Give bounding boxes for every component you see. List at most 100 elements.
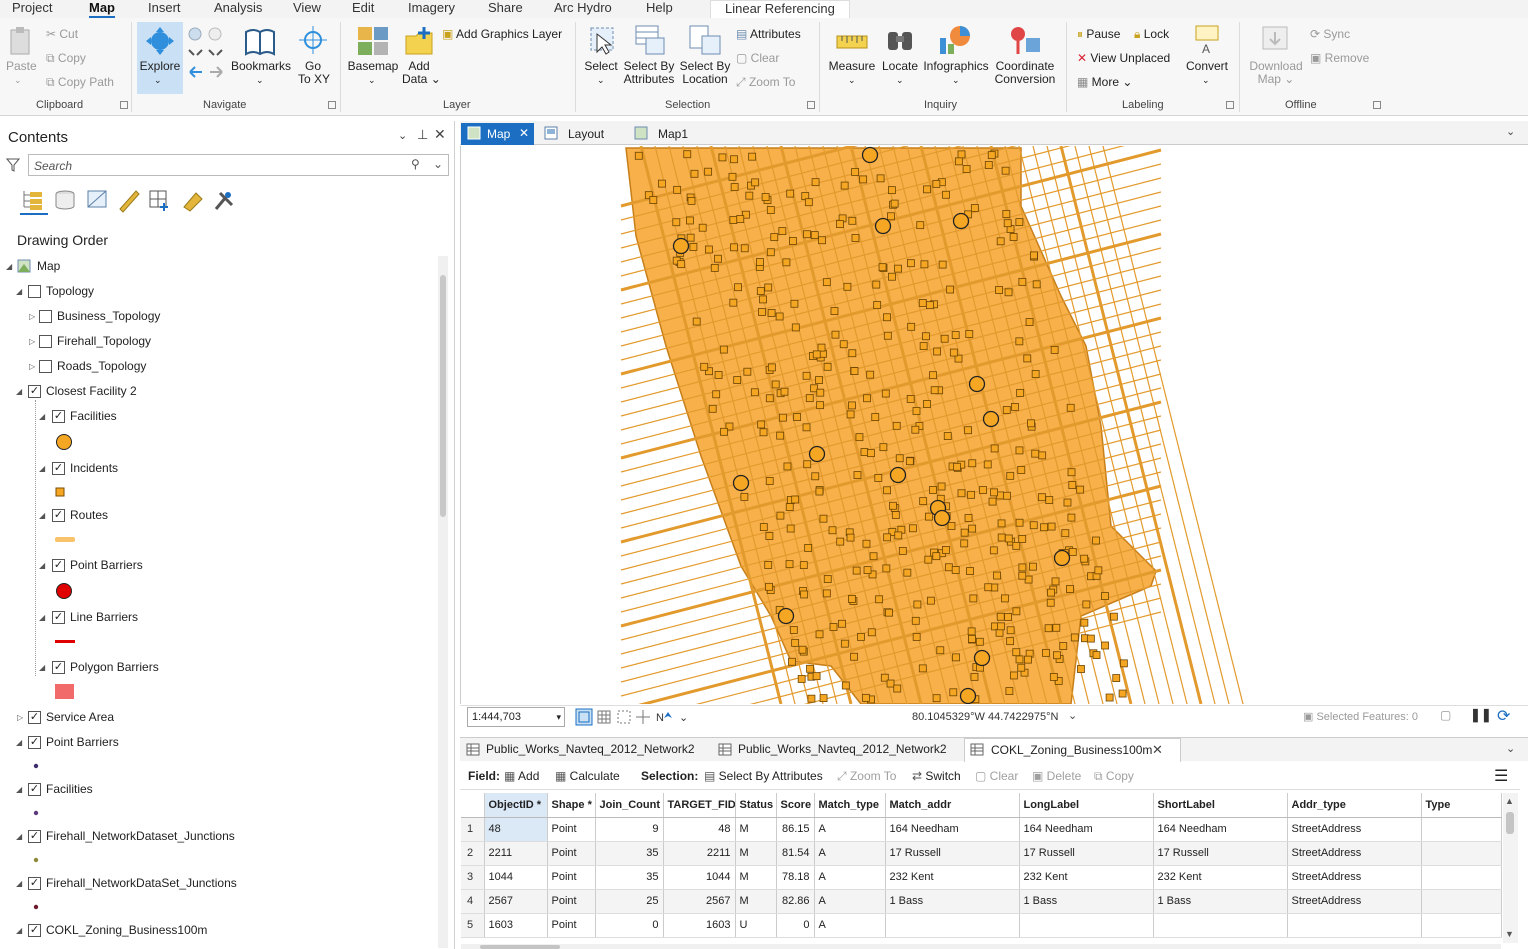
incident-point[interactable] bbox=[1006, 471, 1015, 480]
incident-point[interactable] bbox=[740, 244, 749, 253]
layout-icon[interactable]: ▢ bbox=[1440, 708, 1451, 722]
incident-point[interactable] bbox=[863, 394, 871, 403]
incident-point[interactable] bbox=[806, 664, 814, 673]
incident-point[interactable] bbox=[951, 566, 960, 574]
incident-point[interactable] bbox=[942, 546, 950, 554]
facility-point[interactable] bbox=[777, 607, 795, 625]
row-number-cell[interactable]: 1 bbox=[461, 817, 485, 842]
incident-point[interactable] bbox=[1063, 498, 1072, 507]
drawing-order-icon[interactable] bbox=[20, 187, 48, 215]
incident-point[interactable] bbox=[816, 401, 825, 410]
column-header[interactable]: LongLabel bbox=[1019, 793, 1154, 818]
incident-point[interactable] bbox=[1049, 673, 1058, 681]
incident-point[interactable] bbox=[848, 595, 856, 603]
incident-point[interactable] bbox=[911, 616, 920, 625]
incident-point[interactable] bbox=[770, 233, 779, 242]
table-cell[interactable]: 1 Bass bbox=[1153, 889, 1288, 914]
incident-point[interactable] bbox=[1066, 585, 1074, 593]
add-data-button[interactable]: Add Data ⌄ bbox=[402, 60, 441, 86]
layer-visibility-checkbox[interactable]: ✓ bbox=[52, 410, 65, 423]
row-number-cell[interactable]: 5 bbox=[461, 913, 485, 938]
incident-point[interactable] bbox=[730, 243, 738, 252]
select-button[interactable]: Select bbox=[582, 60, 620, 73]
incident-point[interactable] bbox=[968, 459, 977, 468]
incident-point[interactable] bbox=[720, 427, 728, 436]
incident-point[interactable] bbox=[759, 295, 767, 304]
incident-point[interactable] bbox=[1009, 233, 1018, 241]
convert-button[interactable]: Convert bbox=[1184, 60, 1230, 73]
incident-point[interactable] bbox=[1015, 218, 1024, 227]
table-cell[interactable]: 1044 bbox=[484, 865, 548, 890]
incident-point[interactable] bbox=[932, 552, 941, 561]
incident-point[interactable] bbox=[890, 199, 899, 208]
column-header[interactable]: Status bbox=[735, 793, 777, 818]
layer-visibility-checkbox[interactable]: ✓ bbox=[52, 559, 65, 572]
incident-point[interactable] bbox=[932, 694, 941, 703]
incident-point[interactable] bbox=[947, 522, 956, 530]
incident-point[interactable] bbox=[736, 215, 745, 223]
zoom-to-selection-button[interactable]: ⤢ Zoom To bbox=[736, 75, 795, 90]
incident-point[interactable] bbox=[698, 223, 707, 232]
incident-point[interactable] bbox=[1101, 641, 1109, 650]
incident-point[interactable] bbox=[1031, 370, 1040, 378]
list-by-labeling-icon[interactable] bbox=[183, 192, 203, 212]
layer-visibility-checkbox[interactable]: ✓ bbox=[28, 385, 41, 398]
incident-point[interactable] bbox=[1001, 166, 1010, 175]
incident-point[interactable] bbox=[783, 462, 792, 471]
incident-point[interactable] bbox=[775, 312, 784, 321]
incident-point[interactable] bbox=[997, 533, 1006, 542]
table-cell[interactable]: 9 bbox=[595, 817, 664, 842]
table-cell[interactable]: 164 Needham bbox=[885, 817, 1020, 842]
incident-point[interactable] bbox=[898, 547, 907, 555]
incident-point[interactable] bbox=[861, 693, 870, 702]
table-cell[interactable] bbox=[1019, 913, 1154, 938]
incident-point[interactable] bbox=[887, 186, 896, 195]
incident-point[interactable] bbox=[840, 639, 849, 648]
incident-point[interactable] bbox=[1018, 563, 1027, 572]
incident-point[interactable] bbox=[863, 566, 872, 575]
collapse-icon[interactable]: ◢ bbox=[16, 785, 22, 794]
incident-point[interactable] bbox=[887, 212, 895, 221]
incident-point[interactable] bbox=[997, 622, 1005, 631]
incident-point[interactable] bbox=[943, 432, 952, 440]
bookmarks-dropdown-icon[interactable]: ⌄ bbox=[256, 74, 264, 87]
layer-routes[interactable]: Routes bbox=[70, 506, 108, 524]
tab-table-network2-a[interactable]: Public_Works_Navteq_2012_Network2 bbox=[460, 742, 695, 756]
incident-point[interactable] bbox=[756, 287, 765, 295]
incident-point[interactable] bbox=[1018, 535, 1027, 543]
incident-point[interactable] bbox=[970, 204, 979, 212]
scroll-down-icon[interactable]: ▼ bbox=[1505, 929, 1514, 939]
incident-point[interactable] bbox=[1076, 485, 1085, 494]
incident-point[interactable] bbox=[951, 331, 960, 339]
incident-point[interactable] bbox=[968, 634, 976, 643]
incident-point[interactable] bbox=[1077, 665, 1085, 673]
lock-labels-button[interactable]: 🔒︎ Lock bbox=[1134, 27, 1169, 42]
table-cell[interactable]: 25 bbox=[595, 889, 664, 914]
measure-dropdown-icon[interactable]: ⌄ bbox=[848, 74, 856, 87]
incident-point[interactable] bbox=[1112, 674, 1121, 682]
incident-point[interactable] bbox=[1061, 529, 1070, 538]
incident-point[interactable] bbox=[1109, 612, 1118, 621]
incident-point[interactable] bbox=[780, 387, 789, 396]
filter-icon[interactable] bbox=[6, 157, 20, 173]
incident-point[interactable] bbox=[1017, 663, 1026, 672]
table-row[interactable]: 2 2211 Point 35 2211 M 81.54 A 17 Russell 17 Russ… bbox=[461, 841, 1502, 866]
incident-point[interactable] bbox=[730, 155, 738, 164]
row-number-cell[interactable]: 4 bbox=[461, 889, 485, 914]
incident-point[interactable] bbox=[983, 460, 992, 469]
incident-point[interactable] bbox=[766, 206, 775, 214]
incident-point[interactable] bbox=[838, 619, 846, 628]
coordinate-conversion-button[interactable]: Coordinate Conversion bbox=[992, 60, 1058, 86]
incident-point[interactable] bbox=[894, 531, 903, 540]
incident-point[interactable] bbox=[924, 555, 933, 564]
collapse-icon[interactable]: ◢ bbox=[16, 926, 22, 935]
column-header[interactable]: Score bbox=[776, 793, 815, 818]
incident-point[interactable] bbox=[940, 334, 949, 343]
incident-point[interactable] bbox=[926, 596, 935, 605]
collapse-icon[interactable]: ◢ bbox=[39, 464, 45, 473]
incident-point[interactable] bbox=[757, 420, 766, 429]
layer-visibility-checkbox[interactable]: ✓ bbox=[28, 877, 41, 890]
incident-point[interactable] bbox=[1053, 651, 1061, 660]
incident-point[interactable] bbox=[846, 533, 855, 542]
incident-point[interactable] bbox=[1067, 468, 1076, 477]
